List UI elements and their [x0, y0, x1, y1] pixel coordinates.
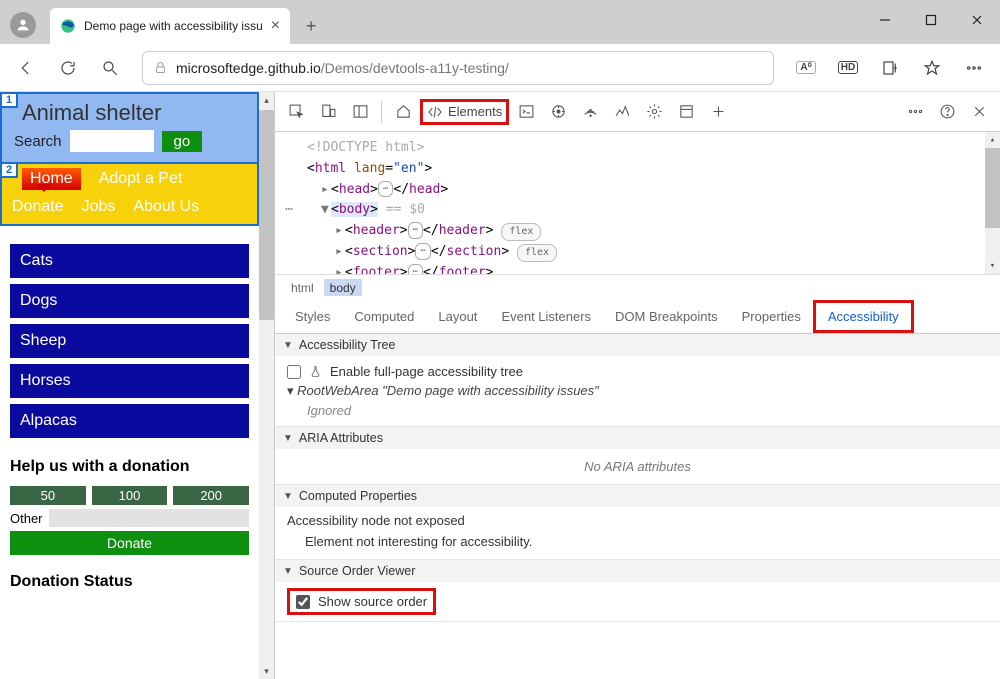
- page-scrollbar[interactable]: ▴ ▾: [259, 92, 274, 679]
- new-tab-button[interactable]: +: [296, 11, 326, 41]
- window-close-button[interactable]: [954, 0, 1000, 40]
- performance-tab-icon[interactable]: [607, 97, 637, 127]
- code-icon: [427, 104, 443, 120]
- console-tab-icon[interactable]: [511, 97, 541, 127]
- url-text: microsoftedge.github.io/Demos/devtools-a…: [176, 60, 509, 76]
- favorite-button[interactable]: [914, 50, 950, 86]
- back-button[interactable]: [8, 50, 44, 86]
- donation-section: Help us with a donation 50 100 200 Other…: [0, 454, 259, 595]
- search-button[interactable]: [92, 50, 128, 86]
- tab-styles[interactable]: Styles: [283, 303, 342, 330]
- page-nav: 2 Home Adopt a Pet Donate Jobs About Us: [0, 164, 259, 226]
- network-tab-icon[interactable]: [575, 97, 605, 127]
- not-exposed-text: Accessibility node not exposed: [287, 513, 988, 528]
- nav-adopt[interactable]: Adopt a Pet: [99, 170, 183, 188]
- crumb-html[interactable]: html: [285, 279, 320, 296]
- side-item-cats[interactable]: Cats: [10, 244, 249, 278]
- edge-favicon-icon: [60, 18, 76, 34]
- window-maximize-button[interactable]: [908, 0, 954, 40]
- tab-dom-breakpoints[interactable]: DOM Breakpoints: [603, 303, 730, 330]
- dock-icon[interactable]: [345, 97, 375, 127]
- accessibility-tree-header[interactable]: ▼Accessibility Tree: [275, 334, 1000, 356]
- elements-tab[interactable]: Elements: [420, 99, 509, 125]
- a11y-tree-root[interactable]: ▾ RootWebArea "Demo page with accessibil…: [287, 381, 988, 401]
- side-item-dogs[interactable]: Dogs: [10, 284, 249, 318]
- enable-full-tree-checkbox[interactable]: [287, 365, 301, 379]
- browser-toolbar: microsoftedge.github.io/Demos/devtools-a…: [0, 44, 1000, 92]
- nav-jobs[interactable]: Jobs: [82, 198, 116, 216]
- profile-icon[interactable]: [10, 12, 36, 38]
- no-aria-text: No ARIA attributes: [275, 449, 1000, 484]
- other-amount-input[interactable]: [49, 509, 249, 527]
- tab-computed[interactable]: Computed: [342, 303, 426, 330]
- not-interesting-text: Element not interesting for accessibilit…: [287, 528, 988, 553]
- source-order-badge-1: 1: [0, 92, 18, 108]
- browser-tab[interactable]: Demo page with accessibility issu ×: [50, 8, 290, 44]
- flask-icon: [309, 365, 322, 378]
- devtools-toolbar: Elements: [275, 92, 1000, 132]
- tab-close-button[interactable]: ×: [271, 17, 280, 35]
- more-button[interactable]: [956, 50, 992, 86]
- help-icon[interactable]: [932, 97, 962, 127]
- side-item-horses[interactable]: Horses: [10, 364, 249, 398]
- show-source-order-label: Show source order: [318, 594, 427, 609]
- window-minimize-button[interactable]: [862, 0, 908, 40]
- add-tab-button[interactable]: [703, 97, 733, 127]
- window-titlebar: Demo page with accessibility issu × +: [0, 0, 1000, 44]
- device-icon[interactable]: [313, 97, 343, 127]
- computed-properties-header[interactable]: ▼Computed Properties: [275, 485, 1000, 507]
- source-order-badge-2: 2: [0, 162, 18, 178]
- nav-about[interactable]: About Us: [133, 198, 199, 216]
- tab-accessibility[interactable]: Accessibility: [813, 300, 914, 333]
- welcome-tab-icon[interactable]: [388, 97, 418, 127]
- devtools-more-button[interactable]: [900, 97, 930, 127]
- devtools-panel: Elements ▴ ▾ <!DOCTYPE html> <html lang=…: [274, 92, 1000, 679]
- sources-tab-icon[interactable]: [543, 97, 573, 127]
- collections-button[interactable]: [872, 50, 908, 86]
- page-title: Animal shelter: [22, 100, 245, 126]
- dom-breadcrumb[interactable]: html body: [275, 274, 1000, 300]
- application-tab-icon[interactable]: [671, 97, 701, 127]
- address-bar[interactable]: microsoftedge.github.io/Demos/devtools-a…: [142, 51, 774, 85]
- donate-50[interactable]: 50: [10, 486, 86, 505]
- go-button[interactable]: go: [162, 131, 203, 152]
- donation-status-heading: Donation Status: [10, 573, 249, 591]
- read-aloud-button[interactable]: A⁰: [788, 50, 824, 86]
- hd-button[interactable]: HD: [830, 50, 866, 86]
- sidebar-panel-tabs: Styles Computed Layout Event Listeners D…: [275, 300, 1000, 334]
- tab-title: Demo page with accessibility issu: [84, 19, 263, 33]
- tab-properties[interactable]: Properties: [730, 303, 813, 330]
- donate-100[interactable]: 100: [92, 486, 168, 505]
- dom-tree[interactable]: ▴ ▾ <!DOCTYPE html> <html lang="en"> ▸<h…: [275, 132, 1000, 274]
- nav-home[interactable]: Home: [22, 168, 81, 190]
- accessibility-panel: ▼Accessibility Tree Enable full-page acc…: [275, 334, 1000, 679]
- a11y-tree-ignored: Ignored: [287, 401, 988, 420]
- show-source-order-checkbox[interactable]: [296, 595, 310, 609]
- donation-heading: Help us with a donation: [10, 458, 249, 476]
- search-input[interactable]: [70, 130, 154, 152]
- donate-button[interactable]: Donate: [10, 531, 249, 555]
- enable-full-tree-label: Enable full-page accessibility tree: [330, 364, 523, 379]
- devtools-close-button[interactable]: [964, 97, 994, 127]
- lock-icon: [153, 60, 168, 75]
- aria-attributes-header[interactable]: ▼ARIA Attributes: [275, 427, 1000, 449]
- donate-200[interactable]: 200: [173, 486, 249, 505]
- show-source-order-row: Show source order: [287, 588, 436, 615]
- category-list: Cats Dogs Sheep Horses Alpacas: [0, 226, 259, 454]
- refresh-button[interactable]: [50, 50, 86, 86]
- page-header: 1 Animal shelter Search go: [0, 92, 259, 164]
- crumb-body[interactable]: body: [324, 279, 362, 296]
- nav-donate[interactable]: Donate: [12, 198, 64, 216]
- source-order-header[interactable]: ▼Source Order Viewer: [275, 560, 1000, 582]
- settings-icon[interactable]: [639, 97, 669, 127]
- side-item-sheep[interactable]: Sheep: [10, 324, 249, 358]
- side-item-alpacas[interactable]: Alpacas: [10, 404, 249, 438]
- tab-layout[interactable]: Layout: [426, 303, 489, 330]
- page-viewport: ▴ ▾ 1 Animal shelter Search go 2 Home Ad…: [0, 92, 274, 679]
- inspect-icon[interactable]: [281, 97, 311, 127]
- search-label: Search: [14, 133, 62, 150]
- tab-event-listeners[interactable]: Event Listeners: [489, 303, 603, 330]
- other-label: Other: [10, 511, 43, 526]
